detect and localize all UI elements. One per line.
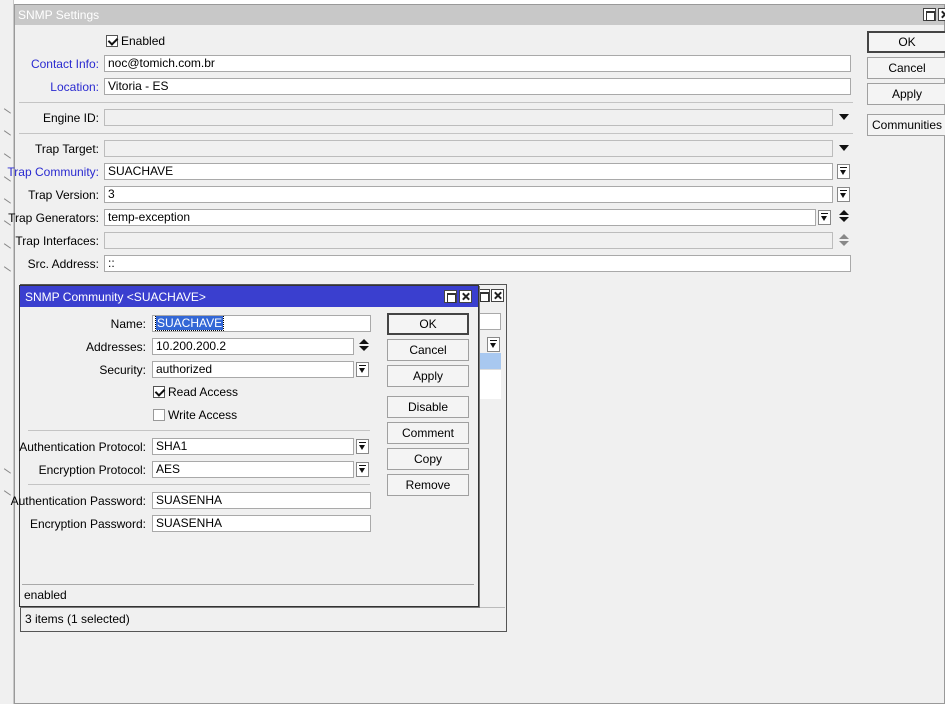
communities-button[interactable]: Communities xyxy=(867,114,945,136)
separator xyxy=(28,430,370,431)
strip-marker xyxy=(1,266,11,276)
engine-id-dropdown-icon[interactable] xyxy=(839,114,849,120)
strip-marker xyxy=(1,490,11,500)
addresses-field[interactable]: 10.200.200.2 xyxy=(152,338,354,355)
auth-password-field[interactable]: SUASENHA xyxy=(152,492,371,509)
trap-generators-dropdown-icon[interactable] xyxy=(818,210,831,225)
addresses-label: Addresses: xyxy=(85,340,146,354)
src-address-label: Src. Address: xyxy=(27,257,99,271)
dialog-copy-button[interactable]: Copy xyxy=(387,448,469,470)
trap-version-field[interactable]: 3 xyxy=(104,186,833,203)
trap-generators-add-remove-icon[interactable] xyxy=(839,210,849,224)
close-icon[interactable] xyxy=(938,8,945,21)
trap-community-dropdown-icon[interactable] xyxy=(837,164,850,179)
maximize-icon[interactable] xyxy=(923,8,936,21)
list-find-field[interactable] xyxy=(479,313,501,330)
dialog-titlebar[interactable]: SNMP Community <SUACHAVE> xyxy=(20,286,478,307)
auth-protocol-label: Authentication Protocol: xyxy=(19,440,146,454)
strip-marker xyxy=(1,468,11,478)
security-dropdown-icon[interactable] xyxy=(356,362,369,377)
trap-target-field[interactable] xyxy=(104,140,833,157)
trap-generators-field[interactable]: temp-exception xyxy=(104,209,816,226)
dialog-comment-button[interactable]: Comment xyxy=(387,422,469,444)
trap-target-dropdown-icon[interactable] xyxy=(839,145,849,151)
enc-password-label: Encryption Password: xyxy=(29,517,146,531)
contact-info-label: Contact Info: xyxy=(30,57,99,71)
trap-community-label: Trap Community: xyxy=(7,165,99,179)
list-row[interactable] xyxy=(479,369,501,399)
name-field[interactable]: SUACHAVE xyxy=(152,315,371,332)
list-selected-row[interactable] xyxy=(479,353,501,369)
dialog-status-text: enabled xyxy=(24,588,67,602)
strip-marker xyxy=(1,243,11,253)
dialog-title: SNMP Community <SUACHAVE> xyxy=(25,290,206,304)
list-status-bar: 3 items (1 selected) xyxy=(22,607,505,629)
strip-marker xyxy=(1,108,11,118)
dialog-disable-button[interactable]: Disable xyxy=(387,396,469,418)
trap-interfaces-field[interactable] xyxy=(104,232,833,249)
cancel-button[interactable]: Cancel xyxy=(867,57,945,79)
location-field[interactable]: Vitoria - ES xyxy=(104,78,851,95)
separator xyxy=(19,133,853,134)
strip-marker xyxy=(1,198,11,208)
separator xyxy=(19,102,853,103)
security-label: Security: xyxy=(99,363,146,377)
dialog-status-bar: enabled xyxy=(22,584,474,604)
trap-interfaces-add-remove-icon[interactable] xyxy=(839,234,849,248)
enc-protocol-field[interactable]: AES xyxy=(152,461,354,478)
strip-marker xyxy=(1,130,11,140)
security-field[interactable]: authorized xyxy=(152,361,354,378)
separator xyxy=(28,484,370,485)
left-panel-strip xyxy=(0,0,14,704)
location-label: Location: xyxy=(50,80,99,94)
name-label: Name: xyxy=(110,317,146,331)
window-titlebar[interactable]: SNMP Settings xyxy=(15,5,945,25)
trap-generators-label: Trap Generators: xyxy=(8,211,99,225)
engine-id-field[interactable] xyxy=(104,109,833,126)
close-icon[interactable] xyxy=(459,290,472,303)
ok-button[interactable]: OK xyxy=(867,31,945,53)
list-filter-dropdown-icon[interactable] xyxy=(487,337,500,352)
name-value: SUACHAVE xyxy=(154,316,225,331)
write-access-label: Write Access xyxy=(168,408,238,422)
write-access-checkbox[interactable] xyxy=(153,409,165,421)
dialog-cancel-button[interactable]: Cancel xyxy=(387,339,469,361)
list-status-text: 3 items (1 selected) xyxy=(25,612,130,626)
trap-target-label: Trap Target: xyxy=(34,142,99,156)
read-access-label: Read Access xyxy=(168,385,239,399)
close-icon[interactable] xyxy=(491,289,504,302)
trap-version-label: Trap Version: xyxy=(28,188,99,202)
src-address-field[interactable]: :: xyxy=(104,255,851,272)
window-title: SNMP Settings xyxy=(18,8,100,22)
dialog-remove-button[interactable]: Remove xyxy=(387,474,469,496)
trap-version-dropdown-icon[interactable] xyxy=(837,187,850,202)
snmp-community-dialog: SNMP Community <SUACHAVE> Name: SUACHAVE… xyxy=(11,285,479,607)
enc-protocol-dropdown-icon[interactable] xyxy=(356,462,369,477)
auth-protocol-dropdown-icon[interactable] xyxy=(356,439,369,454)
auth-password-label: Authentication Password: xyxy=(10,494,146,508)
enc-protocol-label: Encryption Protocol: xyxy=(38,463,146,477)
trap-community-field[interactable]: SUACHAVE xyxy=(104,163,833,180)
apply-button[interactable]: Apply xyxy=(867,83,945,105)
dialog-apply-button[interactable]: Apply xyxy=(387,365,469,387)
dialog-ok-button[interactable]: OK xyxy=(387,313,469,335)
strip-marker xyxy=(1,153,11,163)
addresses-add-remove-icon[interactable] xyxy=(359,339,369,353)
read-access-checkbox[interactable] xyxy=(153,386,165,398)
maximize-icon[interactable] xyxy=(444,290,457,303)
contact-info-field[interactable]: noc@tomich.com.br xyxy=(104,55,851,72)
enabled-label: Enabled xyxy=(121,34,166,48)
engine-id-label: Engine ID: xyxy=(42,111,99,125)
enabled-checkbox[interactable] xyxy=(106,35,118,47)
auth-protocol-field[interactable]: SHA1 xyxy=(152,438,354,455)
trap-interfaces-label: Trap Interfaces: xyxy=(15,234,99,248)
enc-password-field[interactable]: SUASENHA xyxy=(152,515,371,532)
